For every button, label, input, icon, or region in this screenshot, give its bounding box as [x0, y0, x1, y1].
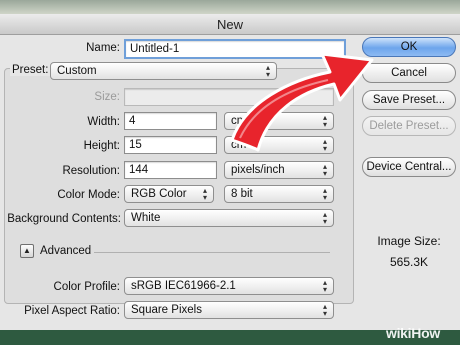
height-unit-value: cm [231, 139, 247, 151]
height-label: Height: [83, 140, 120, 152]
bit-depth-select[interactable]: 8 bit ▴ ▾ [224, 185, 334, 203]
chevron-updown-icon: ▴ ▾ [322, 210, 327, 226]
dialog-title: New [216, 17, 243, 32]
width-label: Width: [87, 116, 120, 128]
color-profile-select[interactable]: sRGB IEC61966-2.1 ▴ ▾ [124, 277, 334, 295]
color-profile-label: Color Profile: [53, 281, 120, 293]
background-contents-select[interactable]: White ▴ ▾ [124, 209, 334, 227]
background-app-strip [0, 0, 460, 14]
wikihow-watermark: wikiHow [386, 325, 440, 341]
name-label: Name: [86, 42, 120, 54]
resolution-unit-select[interactable]: pixels/inch ▴ ▾ [224, 161, 334, 179]
resolution-field[interactable]: 144 [124, 161, 217, 179]
pixel-aspect-label: Pixel Aspect Ratio: [24, 305, 120, 317]
chevron-updown-icon: ▴ ▾ [322, 278, 327, 294]
width-unit-value: cm [231, 115, 247, 127]
height-field[interactable]: 15 [124, 136, 217, 154]
height-unit-select[interactable]: cm ▴ ▾ [224, 136, 334, 154]
triangle-up-icon: ▲ [23, 246, 31, 255]
name-field[interactable]: Untitled-1 [124, 39, 346, 59]
preset-value: Custom [57, 65, 97, 77]
image-size-value: 565.3K [389, 255, 429, 269]
pixel-aspect-select[interactable]: Square Pixels ▴ ▾ [124, 301, 334, 319]
advanced-label: Advanced [40, 245, 92, 257]
background-contents-label: Background Contents: [7, 213, 121, 225]
bit-depth-value: 8 bit [231, 188, 253, 200]
resolution-label: Resolution: [62, 165, 120, 177]
size-label: Size: [94, 91, 120, 103]
chevron-updown-icon: ▴ ▾ [202, 186, 207, 202]
width-field[interactable]: 4 [124, 112, 217, 130]
size-select[interactable] [124, 88, 334, 106]
dialog-titlebar: New [0, 14, 460, 35]
pixel-aspect-value: Square Pixels [131, 304, 202, 316]
image-size-label: Image Size: [377, 234, 441, 248]
watermark-part-1: wiki [386, 325, 412, 341]
chevron-updown-icon: ▴ ▾ [322, 137, 327, 153]
chevron-updown-icon: ▴ ▾ [265, 63, 270, 79]
chevron-updown-icon: ▴ ▾ [322, 302, 327, 318]
delete-preset-button[interactable]: Delete Preset... [362, 116, 456, 136]
device-central-button[interactable]: Device Central... [362, 157, 456, 177]
chevron-updown-icon: ▴ ▾ [322, 162, 327, 178]
preset-label: Preset: [10, 64, 52, 76]
width-unit-select[interactable]: cm ▴ ▾ [224, 112, 334, 130]
advanced-divider [94, 252, 330, 253]
chevron-updown-icon: ▴ ▾ [322, 186, 327, 202]
save-preset-button[interactable]: Save Preset... [362, 90, 456, 110]
preset-select[interactable]: Custom ▴ ▾ [50, 62, 277, 80]
background-contents-value: White [131, 212, 161, 224]
color-profile-value: sRGB IEC61966-2.1 [131, 280, 236, 292]
ok-button[interactable]: OK [362, 37, 456, 57]
chevron-updown-icon: ▴ ▾ [322, 113, 327, 129]
resolution-unit-value: pixels/inch [231, 164, 285, 176]
cancel-button[interactable]: Cancel [362, 63, 456, 83]
watermark-part-2: How [411, 325, 440, 341]
color-mode-label: Color Mode: [57, 189, 120, 201]
color-mode-select[interactable]: RGB Color ▴ ▾ [124, 185, 214, 203]
advanced-toggle-button[interactable]: ▲ [20, 244, 34, 258]
color-mode-value: RGB Color [131, 188, 187, 200]
